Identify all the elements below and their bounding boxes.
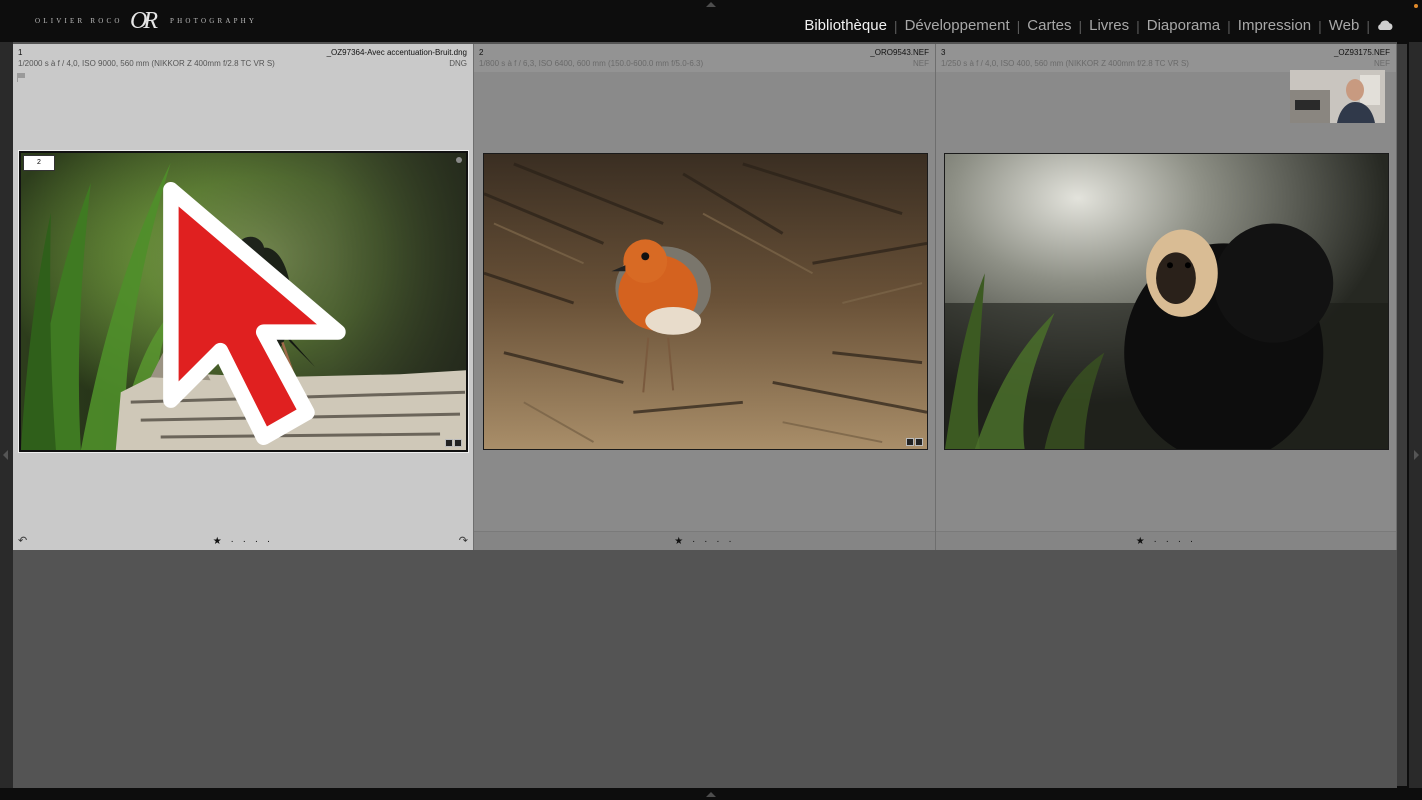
activity-indicator-icon: [1414, 4, 1418, 8]
brand-name-right: PHOTOGRAPHY: [170, 17, 258, 25]
cell-index: 2: [479, 48, 484, 57]
cell-filename: _OZ97364-Avec accentuation-Bruit.dng: [326, 48, 467, 57]
cell-filename: _OZ93175.NEF: [1333, 48, 1390, 57]
module-picker: Bibliothèque | Développement | Cartes | …: [797, 17, 1394, 34]
cell-header: 3 _OZ93175.NEF 1/250 s à f / 4,0, ISO 40…: [936, 44, 1396, 72]
star-rating[interactable]: ★ · · · ·: [13, 536, 473, 547]
thumbnail-robin[interactable]: [483, 153, 928, 450]
cell-file-type: DNG: [449, 59, 467, 68]
thumbnail-starling[interactable]: 2: [18, 150, 469, 453]
star-rating[interactable]: ★ · · · ·: [474, 536, 935, 547]
module-cartes[interactable]: Cartes: [1020, 17, 1078, 34]
mouse-pointer-icon: [163, 182, 346, 445]
robin-photo: [484, 154, 927, 449]
cell-footer: ↶ ★ · · · · ↷: [13, 532, 473, 550]
cell-exif: 1/800 s à f / 6,3, ISO 6400, 600 mm (150…: [479, 59, 704, 68]
grid-cell-1[interactable]: 1 _OZ97364-Avec accentuation-Bruit.dng 1…: [13, 44, 474, 550]
left-panel-toggle-icon[interactable]: [3, 450, 8, 460]
top-bar: OLIVIER ROCO OR PHOTOGRAPHY Bibliothèque…: [0, 0, 1422, 42]
brand-logo: OLIVIER ROCO OR PHOTOGRAPHY: [30, 8, 290, 36]
module-livres[interactable]: Livres: [1082, 17, 1136, 34]
cell-footer: ★ · · · ·: [936, 531, 1396, 550]
presenter-video: [1290, 70, 1385, 123]
right-panel-toggle-icon[interactable]: [1414, 450, 1419, 460]
top-panel-toggle-icon[interactable]: [706, 2, 716, 7]
left-panel-collapsed[interactable]: [0, 42, 13, 788]
cell-header: 1 _OZ97364-Avec accentuation-Bruit.dng 1…: [13, 44, 473, 72]
module-web[interactable]: Web: [1322, 17, 1367, 34]
webcam-overlay: [1290, 70, 1385, 123]
filmstrip-toggle-icon[interactable]: [706, 792, 716, 797]
cell-header: 2 _ORO9543.NEF 1/800 s à f / 6,3, ISO 64…: [474, 44, 935, 72]
cloud-sync-icon[interactable]: [1376, 20, 1394, 31]
cell-index: 1: [18, 48, 23, 57]
metadata-status-icon[interactable]: [456, 157, 462, 163]
develop-badge-icon[interactable]: [915, 438, 923, 446]
right-panel-collapsed[interactable]: [1409, 42, 1422, 788]
cell-exif: 1/250 s à f / 4,0, ISO 400, 560 mm (NIKK…: [941, 59, 1189, 68]
grid-cell-2[interactable]: 2 _ORO9543.NEF 1/800 s à f / 6,3, ISO 64…: [474, 44, 936, 550]
module-bibliotheque[interactable]: Bibliothèque: [797, 17, 894, 34]
star-rating[interactable]: ★ · · · ·: [936, 536, 1396, 547]
rotate-right-icon[interactable]: ↷: [459, 534, 468, 547]
crop-badge-icon[interactable]: [906, 438, 914, 446]
module-impression[interactable]: Impression: [1231, 17, 1318, 34]
cell-index: 3: [941, 48, 946, 57]
cell-filename: _ORO9543.NEF: [870, 48, 929, 57]
module-developpement[interactable]: Développement: [898, 17, 1017, 34]
thumbnail-saki-monkey[interactable]: [944, 153, 1389, 450]
saki-monkey-photo: [945, 154, 1388, 449]
thumbnail-badges: [906, 438, 923, 446]
cell-exif: 1/2000 s à f / 4,0, ISO 9000, 560 mm (NI…: [18, 59, 275, 68]
brand-name-left: OLIVIER ROCO: [35, 17, 123, 25]
cell-file-type: NEF: [913, 59, 929, 68]
brand-monogram: OR: [130, 8, 158, 34]
grid-scrollbar[interactable]: [1397, 44, 1407, 786]
cell-file-type: NEF: [1374, 59, 1390, 68]
cell-footer: ★ · · · ·: [474, 531, 935, 550]
flag-icon[interactable]: [17, 73, 25, 82]
module-diaporama[interactable]: Diaporama: [1140, 17, 1227, 34]
